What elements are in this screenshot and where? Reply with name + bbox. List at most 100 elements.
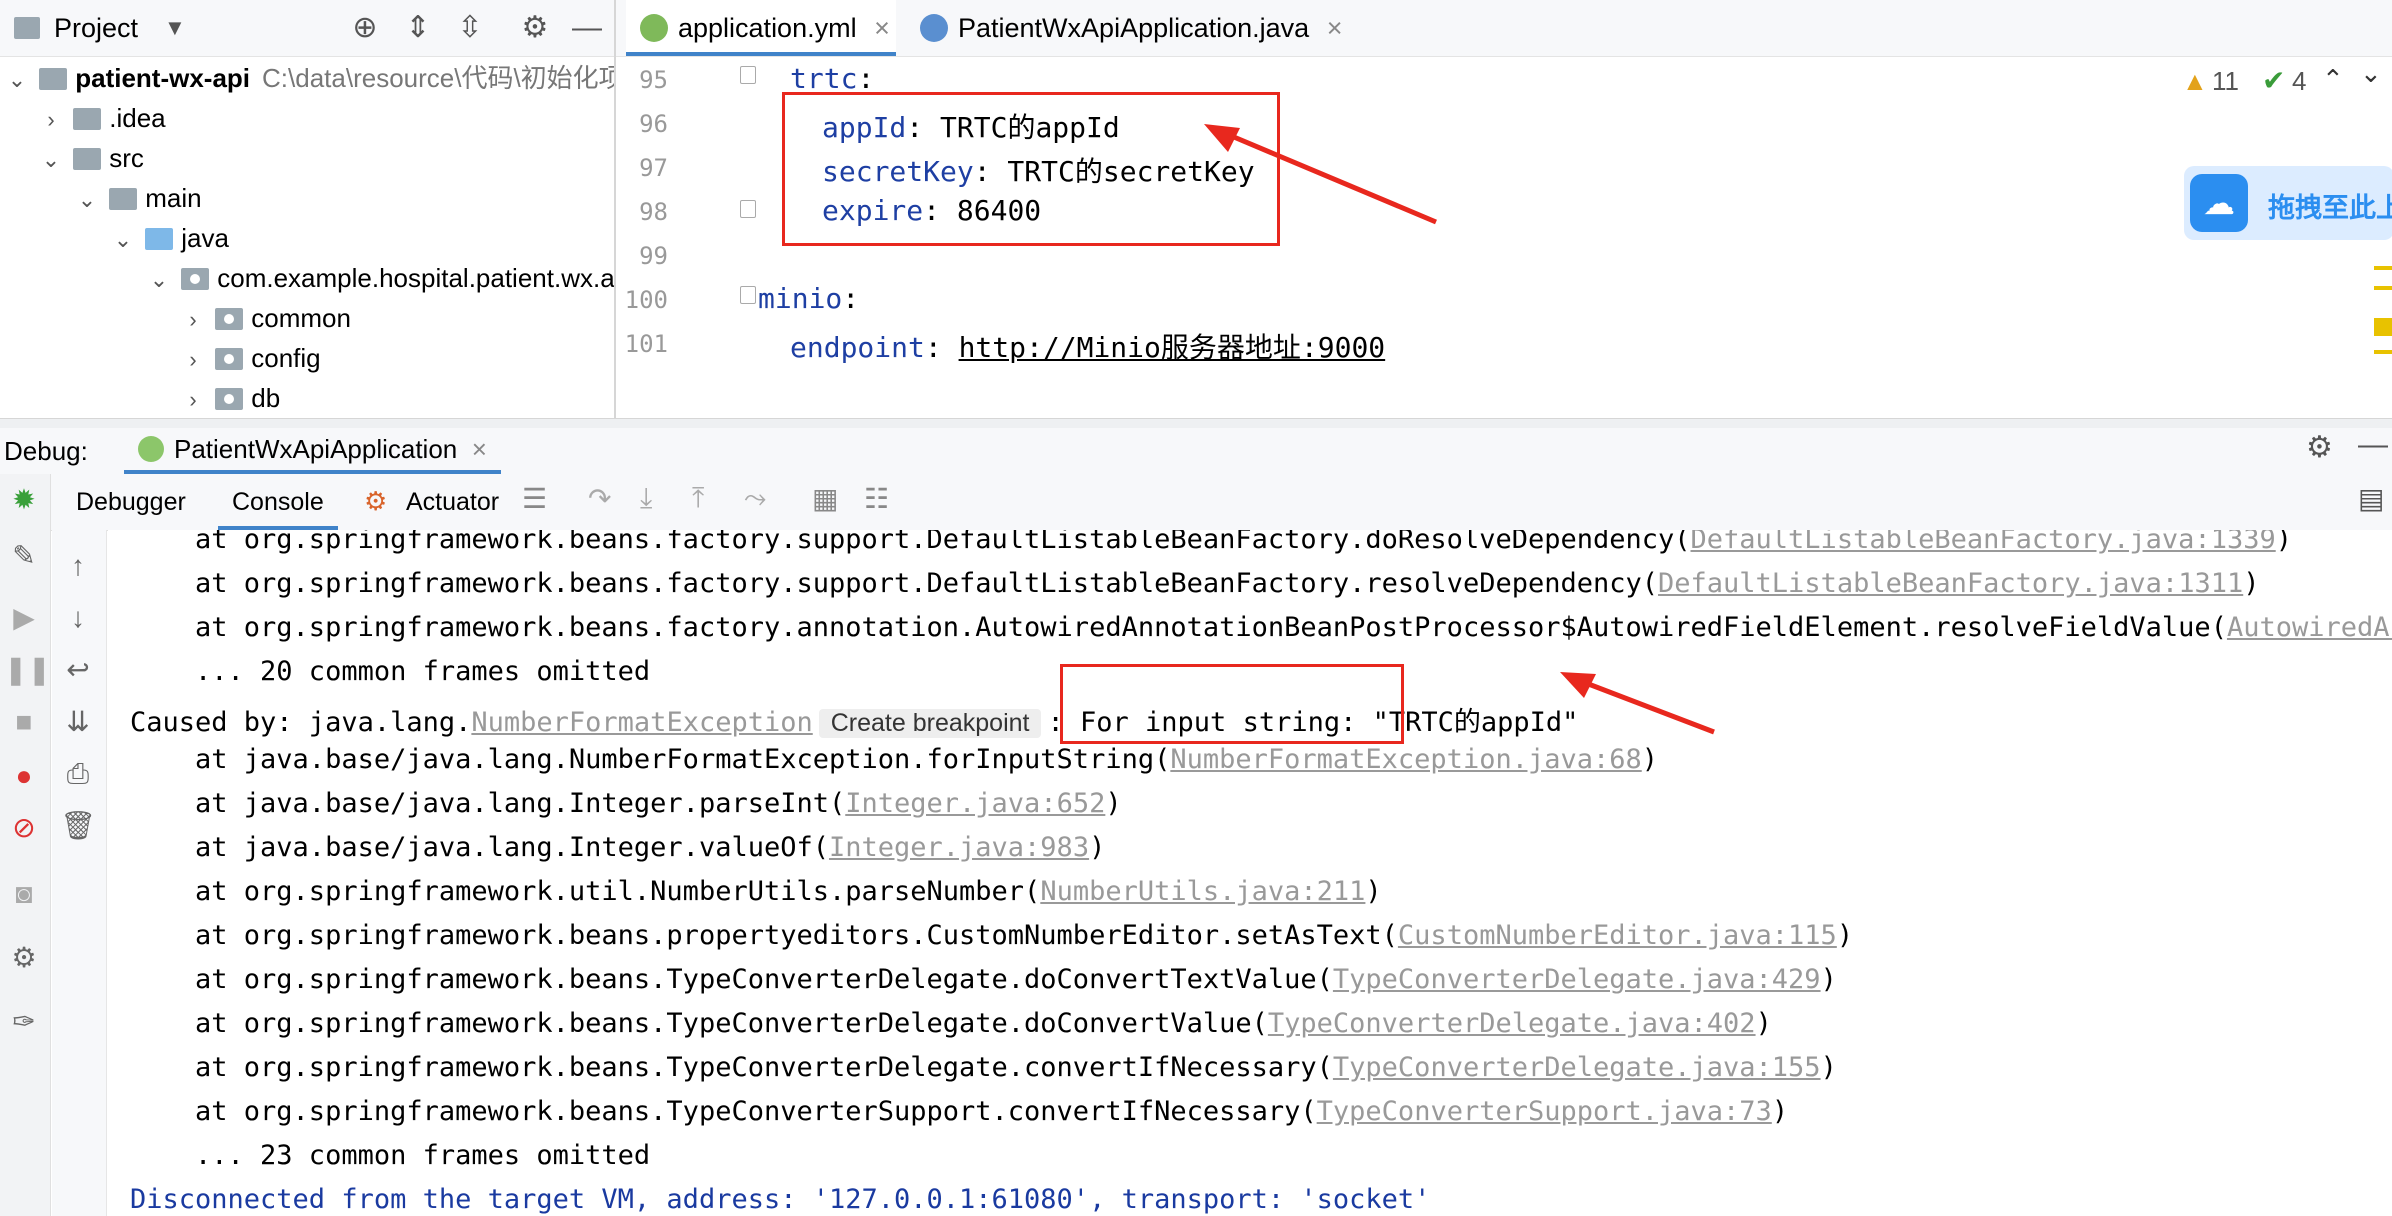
root-label: patient-wx-api: [75, 63, 251, 93]
tree-item-config[interactable]: › config: [178, 338, 320, 380]
print-icon[interactable]: ⎙: [58, 754, 98, 794]
scroll-marker[interactable]: [2374, 266, 2392, 270]
locate-icon[interactable]: ⊕: [345, 8, 385, 48]
camera-icon[interactable]: ◙: [4, 874, 44, 914]
arrow-down-icon[interactable]: ↓: [58, 598, 98, 638]
step-out-icon[interactable]: ⤒: [692, 482, 704, 515]
chevron-down-icon[interactable]: ▼: [164, 0, 186, 56]
chevron-down-icon[interactable]: ⌄: [108, 220, 138, 260]
source-link[interactable]: TypeConverterDelegate.java:429: [1333, 964, 1821, 995]
exception-link[interactable]: NumberFormatException: [471, 707, 812, 738]
fold-icon[interactable]: [740, 286, 756, 304]
tree-item-db[interactable]: › db: [178, 378, 280, 418]
source-link[interactable]: TypeConverterSupport.java:73: [1317, 1096, 1772, 1127]
debug-header: Debug: PatientWxApiApplication × ⚙ —: [0, 428, 2392, 475]
scroll-marker[interactable]: [2374, 350, 2392, 354]
arrow-up-icon[interactable]: ↑: [58, 546, 98, 586]
scroll-marker[interactable]: [2374, 318, 2392, 336]
code-line-100[interactable]: minio:: [758, 282, 859, 315]
chevron-right-icon[interactable]: ›: [36, 100, 66, 140]
tree-item-main[interactable]: ⌄ main: [72, 178, 202, 218]
source-link[interactable]: DefaultListableBeanFactory.java:1339: [1691, 530, 2276, 555]
project-title[interactable]: Project: [54, 0, 138, 56]
minimize-icon[interactable]: —: [2358, 428, 2388, 462]
scroll-marker[interactable]: [2374, 286, 2392, 290]
source-link[interactable]: AutowiredAnno: [2227, 612, 2392, 643]
chevron-right-icon[interactable]: ›: [178, 340, 208, 380]
chevron-down-icon[interactable]: ⌄: [72, 180, 102, 220]
console-line: ... 23 common frames omitted: [130, 1140, 651, 1171]
source-folder-icon: [145, 228, 174, 250]
tree-item-src[interactable]: ⌄ src: [36, 138, 144, 178]
soft-wrap-icon[interactable]: ↩: [58, 650, 98, 690]
tab-label: PatientWxApiApplication.java: [958, 13, 1310, 43]
trash-icon[interactable]: 🗑: [58, 806, 98, 846]
console-output[interactable]: at org.springframework.beans.factory.sup…: [108, 530, 2392, 1216]
tree-item-idea[interactable]: › .idea: [36, 98, 165, 140]
gear-icon[interactable]: ⚙: [515, 8, 555, 48]
scroll-to-end-icon[interactable]: ⇊: [58, 702, 98, 742]
fold-icon[interactable]: [740, 66, 756, 84]
chevron-right-icon[interactable]: ›: [178, 380, 208, 418]
chevron-down-icon[interactable]: ⌄: [36, 140, 66, 180]
warning-icon[interactable]: ▲: [2182, 66, 2208, 97]
source-link[interactable]: TypeConverterDelegate.java:402: [1268, 1008, 1756, 1039]
chevron-right-icon[interactable]: ›: [178, 300, 208, 340]
tree-item-java[interactable]: ⌄ java: [108, 218, 229, 258]
console-line: at org.springframework.beans.factory.sup…: [130, 568, 2260, 599]
source-link[interactable]: Integer.java:652: [845, 788, 1105, 819]
tree-item-package[interactable]: ⌄ com.example.hospital.patient.wx.a: [144, 258, 614, 300]
chevron-up-icon[interactable]: ⌃: [2322, 64, 2344, 95]
breakpoints-icon[interactable]: ●: [4, 756, 44, 796]
source-link[interactable]: Integer.java:983: [829, 832, 1089, 863]
create-breakpoint-button[interactable]: Create breakpoint: [818, 709, 1042, 738]
stop-icon[interactable]: ■: [4, 702, 44, 742]
source-link[interactable]: NumberUtils.java:211: [1040, 876, 1365, 907]
source-link[interactable]: TypeConverterDelegate.java:155: [1333, 1052, 1821, 1083]
wrench-icon[interactable]: ✎: [4, 536, 44, 576]
console-side-toolbar: ↑ ↓ ↩ ⇊ ⎙ 🗑: [52, 530, 107, 1216]
close-icon[interactable]: ×: [472, 434, 487, 464]
close-icon[interactable]: ×: [874, 13, 890, 43]
pin-icon[interactable]: ✑: [4, 1002, 44, 1042]
step-into-icon[interactable]: ⤓: [640, 482, 652, 515]
chevron-down-icon[interactable]: ⌄: [2, 60, 32, 100]
expand-all-icon[interactable]: ⇕: [398, 8, 438, 48]
pause-icon[interactable]: ❚❚: [4, 650, 51, 690]
tab-patient-wx-api-application[interactable]: PatientWxApiApplication.java ×: [906, 0, 1342, 56]
gear-icon[interactable]: ⚙: [2306, 430, 2333, 465]
tab-actuator[interactable]: Actuator: [406, 474, 499, 530]
tab-application-yml[interactable]: application.yml ×: [626, 0, 896, 56]
collapse-all-icon[interactable]: ⇳: [450, 8, 490, 48]
code-line-101[interactable]: endpoint: http://Minio服务器地址:9000: [790, 326, 1385, 366]
run-to-cursor-icon[interactable]: ⤳: [744, 482, 766, 515]
tab-debugger[interactable]: Debugger: [76, 474, 186, 530]
tree-item-root[interactable]: ⌄ patient-wx-api C:\data\resource\代码\初始化项: [2, 58, 614, 100]
code-line-95[interactable]: trtc:: [790, 62, 874, 95]
mute-breakpoints-icon[interactable]: ⊘: [4, 808, 44, 848]
source-link[interactable]: NumberFormatException.java:68: [1170, 744, 1641, 775]
menu-icon[interactable]: ☰: [522, 482, 547, 515]
chevron-down-icon[interactable]: ⌄: [2360, 58, 2382, 89]
debug-toolbar: Debugger Console ⚙ Actuator ☰ ↷ ⤓ ⤒ ⤳ ▦ …: [0, 474, 2392, 531]
fold-icon[interactable]: [740, 200, 756, 218]
settings-icon[interactable]: ⚙: [4, 938, 44, 978]
minimize-icon[interactable]: —: [567, 8, 607, 48]
package-icon: [181, 268, 210, 290]
source-link[interactable]: DefaultListableBeanFactory.java:1311: [1658, 568, 2243, 599]
layout-settings-icon[interactable]: ▤: [2358, 482, 2384, 515]
chevron-down-icon[interactable]: ⌄: [144, 260, 174, 300]
resume-icon[interactable]: ▶: [4, 598, 44, 638]
tab-debug-config[interactable]: PatientWxApiApplication ×: [124, 428, 501, 474]
bug-icon[interactable]: ✹: [4, 480, 44, 520]
line-number: 97: [639, 154, 668, 182]
table-icon[interactable]: ▦: [812, 482, 838, 515]
check-count: 4: [2292, 66, 2307, 96]
tab-console[interactable]: Console: [218, 474, 338, 530]
close-icon[interactable]: ×: [1327, 13, 1343, 43]
layout-icon[interactable]: ☷: [864, 482, 889, 515]
check-icon[interactable]: ✔: [2262, 64, 2285, 97]
tree-item-common[interactable]: › common: [178, 298, 351, 338]
source-link[interactable]: CustomNumberEditor.java:115: [1398, 920, 1837, 951]
step-over-icon[interactable]: ↷: [588, 482, 611, 515]
